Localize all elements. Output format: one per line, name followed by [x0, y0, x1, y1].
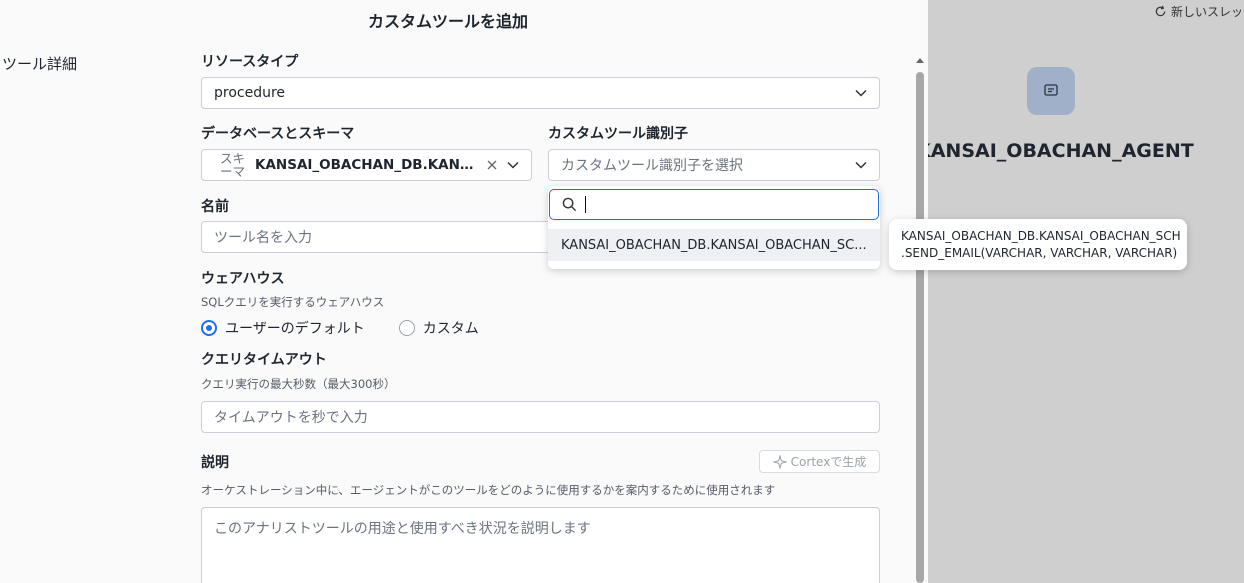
- chevron-down-icon: [855, 89, 867, 97]
- chevron-down-icon: [855, 161, 867, 169]
- db-schema-label: データベースとスキーマ: [201, 126, 355, 142]
- name-label: 名前: [201, 199, 229, 215]
- description-textarea[interactable]: このアナリストツールの用途と使用すべき状況を説明します: [201, 507, 880, 583]
- schema-chip: スキ ーマ: [220, 151, 246, 179]
- refresh-icon: [1155, 5, 1166, 17]
- resource-type-value: procedure: [214, 85, 286, 101]
- clear-icon[interactable]: [487, 160, 497, 170]
- timeout-input[interactable]: タイムアウトを秒で入力: [201, 401, 880, 433]
- agent-name: KANSAI_OBACHAN_AGENT: [928, 140, 1194, 162]
- warehouse-help: SQLクエリを実行するウェアハウス: [201, 295, 385, 309]
- tool-id-label: カスタムツール識別子: [548, 126, 688, 142]
- radio-user-default-label: ユーザーのデフォルト: [225, 321, 365, 337]
- timeout-help: クエリ実行の最大秒数（最大300秒）: [201, 377, 396, 391]
- tool-id-dropdown: KANSAI_OBACHAN_DB.KANSAI_OBACHAN_SC...: [548, 186, 880, 269]
- db-schema-value: KANSAI_OBACHAN_DB.KANS...: [255, 157, 479, 173]
- tool-id-placeholder: カスタムツール識別子を選択: [561, 158, 743, 174]
- tool-id-select[interactable]: カスタムツール識別子を選択: [548, 149, 880, 181]
- description-label: 説明: [201, 455, 229, 471]
- warehouse-label: ウェアハウス: [201, 271, 285, 287]
- chevron-down-icon: [507, 161, 519, 169]
- background-overlay: 新しいスレッ KANSAI_OBACHAN_AGENT: [928, 0, 1244, 583]
- sparkle-icon: [772, 454, 787, 469]
- scroll-up-arrow[interactable]: [916, 58, 924, 63]
- search-icon: [562, 197, 577, 212]
- modal-scrollbar[interactable]: [914, 56, 926, 583]
- resource-type-label: リソースタイプ: [201, 54, 299, 70]
- radio-custom-label: カスタム: [422, 321, 479, 337]
- radio-custom[interactable]: [398, 320, 415, 336]
- agent-avatar: [1027, 67, 1075, 115]
- warehouse-options: ユーザーのデフォルト カスタム: [201, 318, 479, 338]
- section-title: ツール詳細: [2, 55, 78, 73]
- cortex-generate-button[interactable]: Cortexで生成: [759, 450, 880, 473]
- resource-type-select[interactable]: procedure: [201, 77, 880, 109]
- dropdown-option[interactable]: KANSAI_OBACHAN_DB.KANSAI_OBACHAN_SC...: [548, 229, 880, 261]
- modal-title: カスタムツールを追加: [367, 12, 528, 31]
- radio-user-default[interactable]: [201, 320, 217, 336]
- add-custom-tool-modal: カスタムツールを追加 ツール詳細 リソースタイプ procedure データベー…: [0, 0, 928, 583]
- option-tooltip: KANSAI_OBACHAN_DB.KANSAI_OBACHAN_SCH .SE…: [889, 219, 1187, 270]
- db-schema-select[interactable]: スキ ーマ KANSAI_OBACHAN_DB.KANS...: [201, 149, 532, 181]
- timeout-label: クエリタイムアウト: [201, 352, 327, 368]
- text-caret: [585, 196, 586, 213]
- scroll-thumb[interactable]: [916, 72, 924, 583]
- description-help: オーケストレーション中に、エージェントがこのツールをどのように使用するかを案内す…: [201, 483, 776, 497]
- new-thread-button[interactable]: 新しいスレッ: [1154, 3, 1243, 20]
- message-icon: [1044, 84, 1058, 96]
- dropdown-search-input[interactable]: [549, 189, 879, 220]
